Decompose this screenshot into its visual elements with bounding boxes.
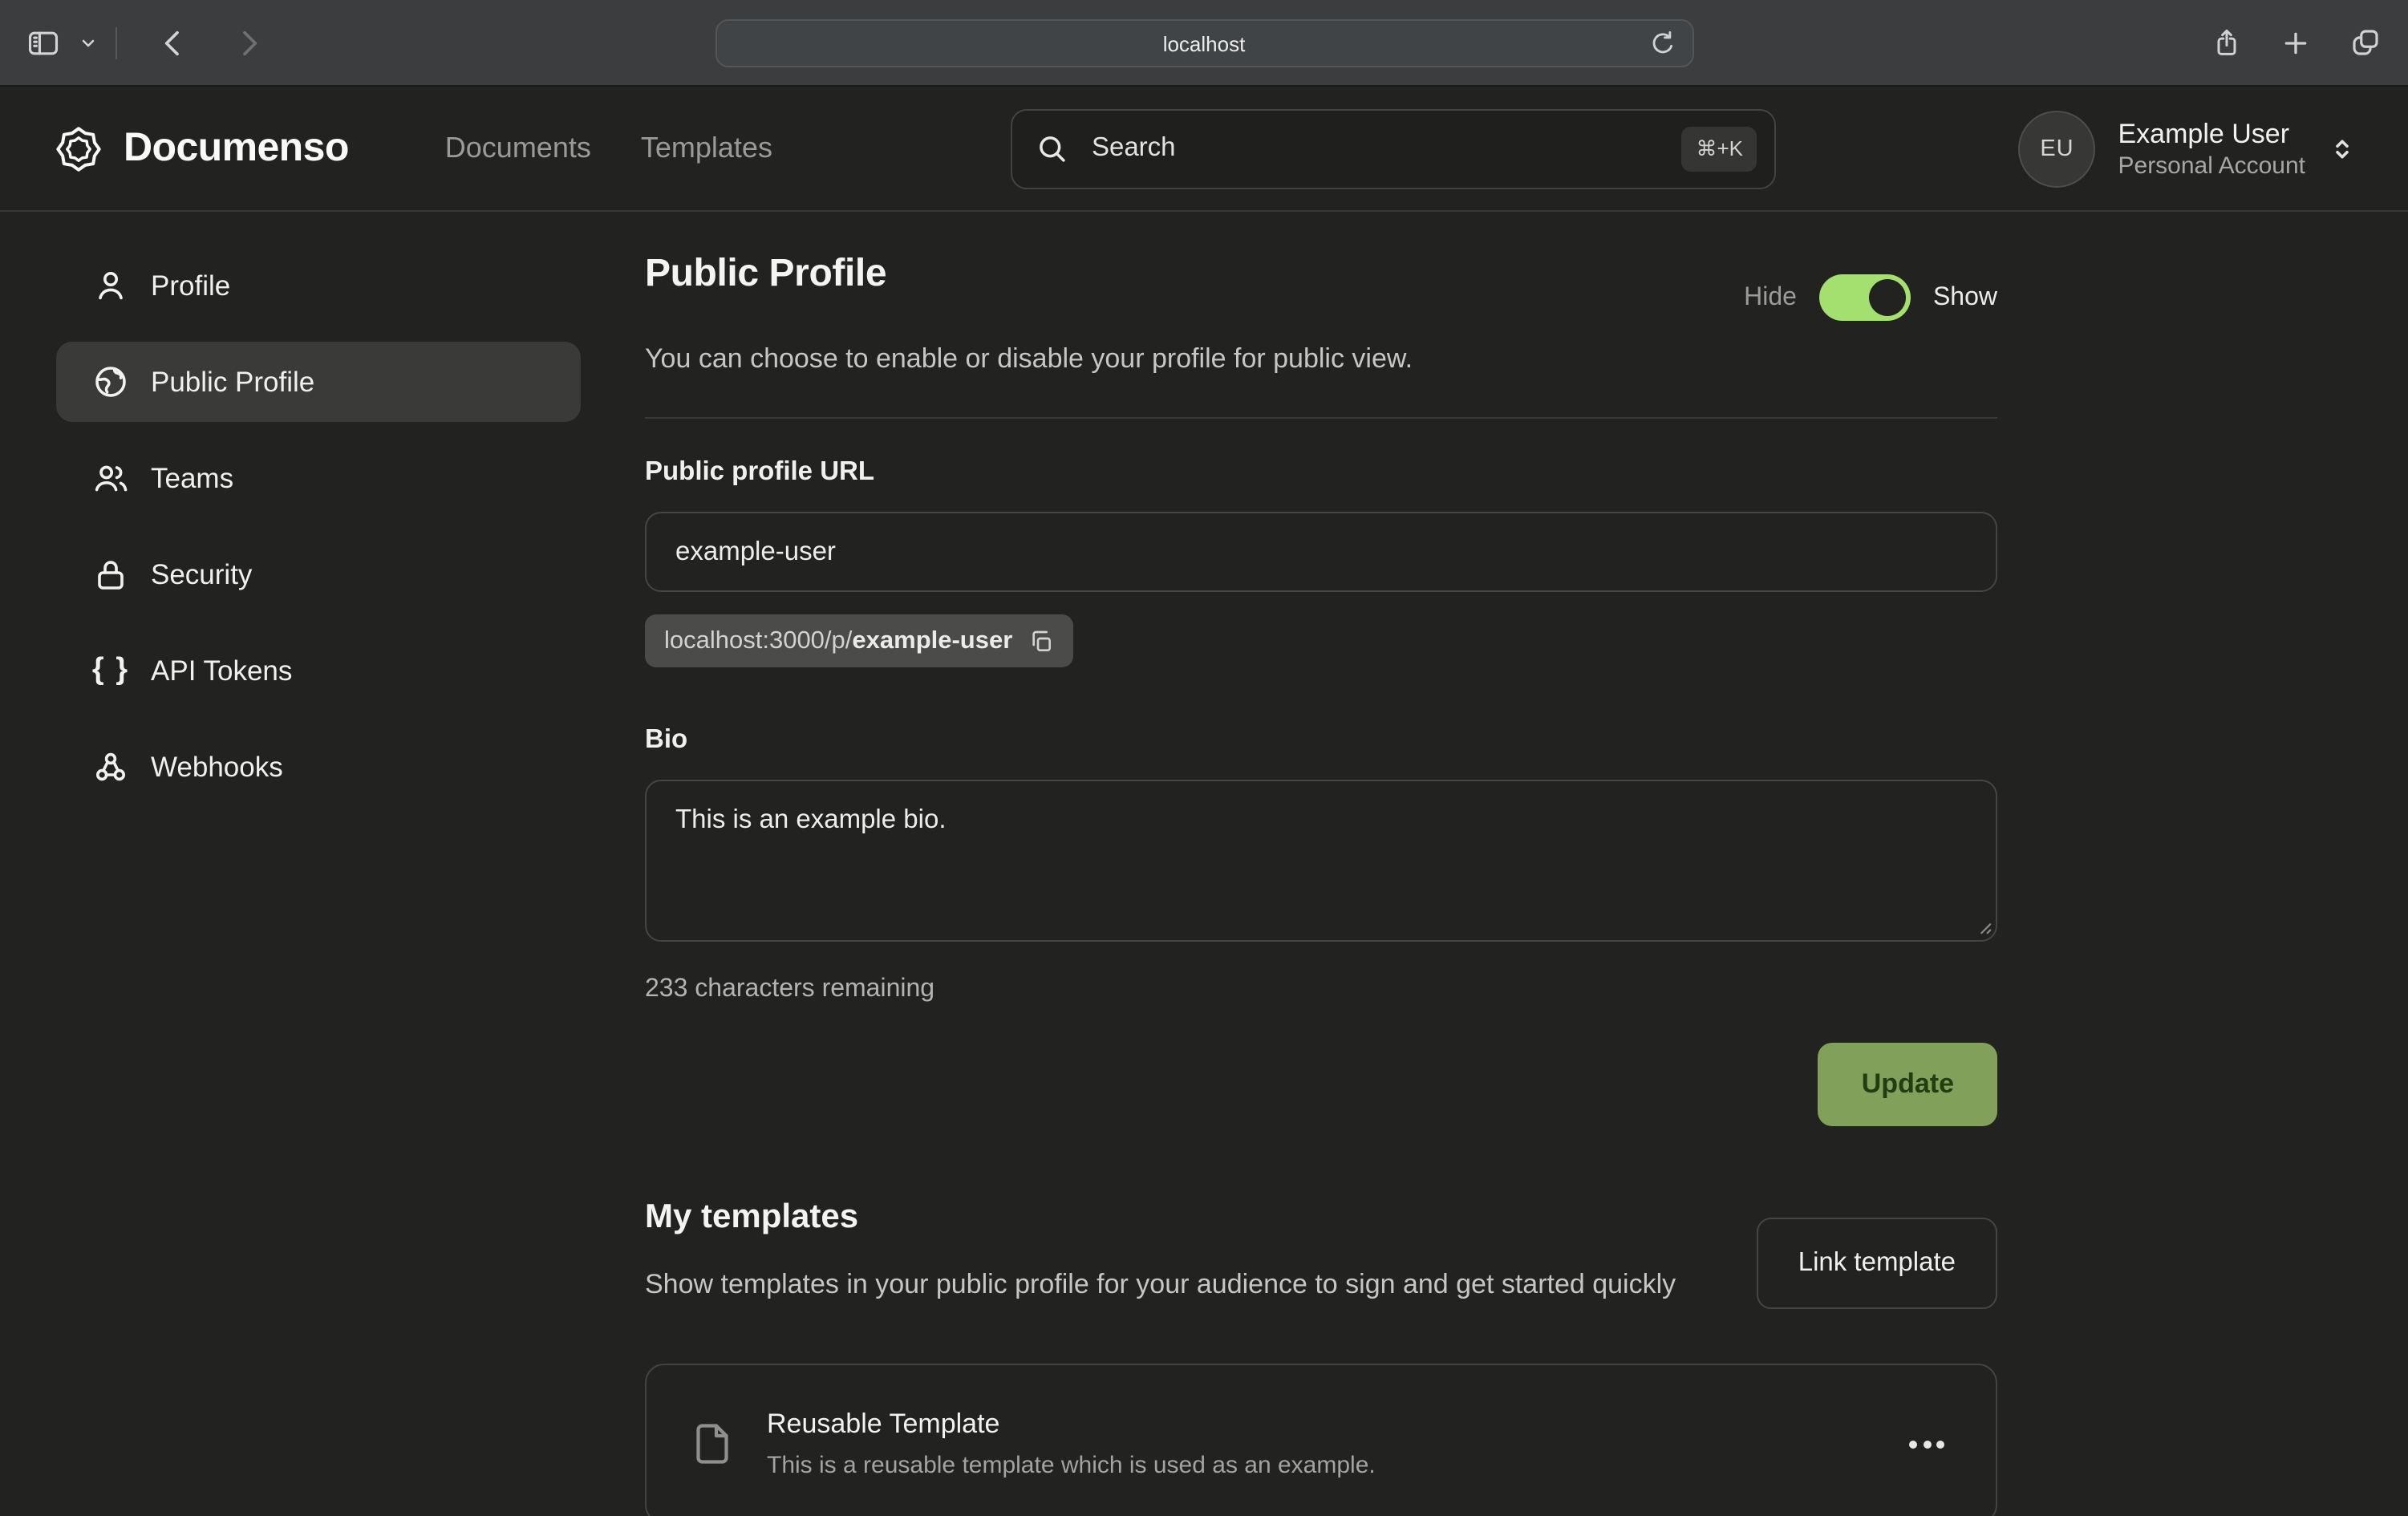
sidebar-item-label: API Tokens — [151, 654, 292, 687]
public-profile-settings: Public Profile Hide Show You can choose … — [645, 245, 1997, 1516]
sidebar-item-label: Webhooks — [151, 750, 283, 784]
sidebar-item-label: Teams — [151, 461, 233, 495]
main-nav: Documents Templates — [445, 132, 772, 165]
template-title: Reusable Template — [767, 1409, 1376, 1441]
page-title: Public Profile — [645, 252, 886, 297]
address-bar[interactable]: localhost — [715, 19, 1693, 67]
reload-icon[interactable] — [1647, 29, 1677, 59]
my-templates-section: My templates Show templates in your publ… — [645, 1198, 1997, 1516]
sidebar-item-label: Public Profile — [151, 365, 314, 399]
public-profile-url-input[interactable] — [645, 512, 1997, 592]
dot — [1936, 1440, 1944, 1448]
link-template-button[interactable]: Link template — [1757, 1218, 1997, 1309]
sidebar-item-security[interactable]: Security — [56, 534, 581, 614]
dot — [1909, 1440, 1917, 1448]
globe-icon — [91, 363, 130, 401]
back-button-icon[interactable] — [157, 26, 189, 59]
users-icon — [91, 459, 130, 497]
bio-field-label: Bio — [645, 725, 1997, 756]
my-templates-title: My templates — [645, 1198, 1676, 1237]
brand-name: Documenso — [124, 125, 349, 172]
lock-icon — [91, 555, 130, 594]
template-actions-menu[interactable] — [1899, 1430, 1954, 1457]
sidebar-item-public-profile[interactable]: Public Profile — [56, 342, 581, 422]
profile-link-text: localhost:3000/p/example-user — [664, 626, 1012, 655]
address-bar-url: localhost — [1163, 31, 1246, 55]
page-description: You can choose to enable or disable your… — [645, 343, 1997, 375]
profile-visibility-toggle-group: Hide Show — [1744, 274, 1997, 321]
sidebar-item-webhooks[interactable]: Webhooks — [56, 727, 581, 807]
show-label: Show — [1933, 283, 1997, 312]
sidebar-item-teams[interactable]: Teams — [56, 438, 581, 518]
bio-textarea[interactable]: This is an example bio. — [645, 780, 1997, 942]
template-list-item: Reusable Template This is a reusable tem… — [645, 1364, 1997, 1516]
chevrons-up-down-icon — [2328, 134, 2357, 163]
account-type: Personal Account — [2118, 150, 2306, 180]
divider — [645, 417, 1997, 419]
chevron-down-icon[interactable] — [79, 33, 98, 52]
webhook-icon — [91, 748, 130, 786]
search-shortcut-badge: ⌘+K — [1681, 126, 1757, 171]
nav-templates[interactable]: Templates — [641, 132, 772, 165]
app-header: Documenso Documents Templates ⌘+K EU Exa… — [0, 87, 2408, 212]
share-icon[interactable] — [2211, 26, 2243, 59]
settings-layout: Profile Public Profile — [0, 212, 2408, 1516]
url-field-label: Public profile URL — [645, 457, 1997, 488]
nav-documents[interactable]: Documents — [445, 132, 591, 165]
update-button[interactable]: Update — [1818, 1043, 1997, 1126]
sidebar-item-label: Profile — [151, 269, 230, 302]
hide-label: Hide — [1744, 283, 1797, 312]
settings-sidebar: Profile Public Profile — [56, 245, 581, 1516]
sidebar-toggle-icon[interactable] — [26, 25, 61, 60]
new-tab-icon[interactable] — [2280, 26, 2312, 59]
dot — [1923, 1440, 1931, 1448]
profile-link-chip[interactable]: localhost:3000/p/example-user — [645, 614, 1073, 667]
template-description: This is a reusable template which is use… — [767, 1452, 1376, 1479]
forward-button-icon[interactable] — [233, 26, 265, 59]
search-bar[interactable]: ⌘+K — [1011, 108, 1777, 188]
tab-overview-icon[interactable] — [2349, 26, 2382, 59]
chrome-separator — [116, 26, 117, 59]
sidebar-item-api-tokens[interactable]: { } API Tokens — [56, 630, 581, 711]
copy-icon[interactable] — [1028, 628, 1054, 654]
account-name: Example User — [2118, 116, 2306, 150]
search-icon — [1036, 132, 1069, 165]
screen: localhost — [0, 0, 2408, 1516]
characters-remaining: 233 characters remaining — [645, 975, 1997, 1004]
browser-chrome: localhost — [0, 0, 2408, 87]
brand[interactable]: Documenso — [55, 124, 349, 172]
avatar: EU — [2019, 110, 2096, 187]
account-menu[interactable]: EU Example User Personal Account — [2019, 110, 2357, 187]
my-templates-description: Show templates in your public profile fo… — [645, 1264, 1676, 1306]
braces-icon: { } — [91, 653, 130, 688]
user-icon — [91, 266, 130, 305]
sidebar-item-label: Security — [151, 557, 252, 591]
file-icon — [688, 1420, 736, 1468]
sidebar-item-profile[interactable]: Profile — [56, 245, 581, 326]
search-input[interactable] — [1088, 132, 1662, 165]
profile-visibility-toggle[interactable] — [1819, 274, 1911, 321]
toggle-knob — [1869, 279, 1906, 316]
resize-grip-icon[interactable] — [1975, 918, 1992, 935]
documenso-logo-icon — [55, 124, 103, 172]
